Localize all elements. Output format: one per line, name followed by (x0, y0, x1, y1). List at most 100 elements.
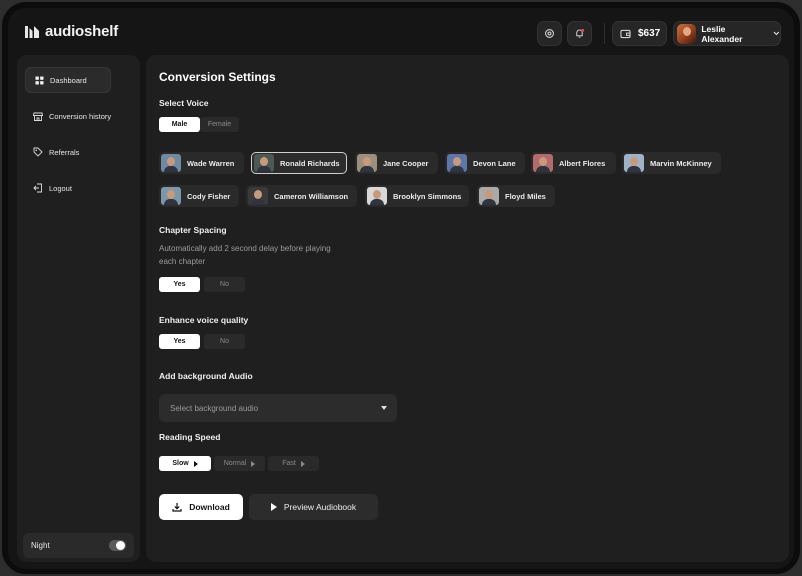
download-button[interactable]: Download (159, 494, 243, 520)
avatar (447, 154, 467, 172)
voice-chip-cody-fisher[interactable]: Cody Fisher (159, 185, 239, 207)
reading-speed-label: Reading Speed (159, 432, 221, 442)
chapter-spacing-label: Chapter Spacing (159, 225, 227, 235)
toggle-knob (116, 541, 125, 550)
avatar (248, 187, 268, 205)
sidebar-item-label: Referrals (49, 147, 80, 157)
voice-chip-marvin-mckinney[interactable]: Marvin McKinney (622, 152, 721, 174)
play-icon (270, 503, 277, 511)
enhance-quality-control: Yes No (159, 334, 245, 349)
speed-fast-option[interactable]: Fast (268, 456, 319, 471)
chevron-down-icon (773, 31, 780, 36)
sidebar: Dashboard Conversion history Referrals L… (17, 55, 140, 562)
enhance-quality-no[interactable]: No (204, 334, 245, 349)
voice-name: Cody Fisher (187, 191, 231, 201)
night-mode-row: Night (23, 533, 134, 558)
settings-button[interactable] (537, 21, 562, 46)
gender-male-option[interactable]: Male (159, 117, 200, 132)
header-divider (604, 23, 605, 44)
sidebar-item-label: Conversion history (49, 111, 112, 121)
logo-icon (25, 25, 39, 38)
voice-name: Marvin McKinney (650, 158, 712, 168)
voice-name: Jane Cooper (383, 158, 429, 168)
voice-chip-albert-flores[interactable]: Albert Flores (531, 152, 616, 174)
voice-chip-brooklyn-simmons[interactable]: Brooklyn Simmons (365, 185, 469, 207)
play-icon (251, 460, 256, 467)
device-frame: audioshelf $637 Leslie Alexander Dashboa… (0, 0, 802, 576)
enhance-quality-label: Enhance voice quality (159, 315, 249, 325)
speed-normal-option[interactable]: Normal (214, 456, 265, 471)
reading-speed-control: Slow Normal Fast (159, 456, 319, 471)
voice-name: Brooklyn Simmons (393, 191, 462, 201)
sidebar-item-conversion-history[interactable]: Conversion history (25, 103, 133, 129)
voice-name: Ronald Richards (280, 158, 340, 168)
gender-female-option[interactable]: Female (200, 117, 239, 132)
app-name: audioshelf (45, 23, 119, 40)
sidebar-item-logout[interactable]: Logout (25, 175, 111, 201)
wallet-icon (620, 29, 631, 38)
avatar (367, 187, 387, 205)
voice-chip-floyd-miles[interactable]: Floyd Miles (477, 185, 555, 207)
enhance-quality-yes[interactable]: Yes (159, 334, 200, 349)
voice-chip-wade-warren[interactable]: Wade Warren (159, 152, 244, 174)
sidebar-item-label: Logout (49, 183, 72, 193)
avatar (254, 154, 274, 172)
voice-chip-devon-lane[interactable]: Devon Lane (445, 152, 525, 174)
chapter-spacing-description: Automatically add 2 second delay before … (159, 244, 331, 266)
gender-segmented-control: Male Female (159, 117, 239, 132)
play-icon (193, 460, 198, 467)
speed-label: Slow (172, 460, 189, 467)
background-audio-placeholder: Select background audio (170, 403, 259, 413)
store-icon (33, 111, 43, 121)
bell-icon (576, 28, 585, 38)
voice-name: Cameron Williamson (274, 191, 349, 201)
speed-slow-option[interactable]: Slow (159, 456, 211, 471)
wallet-balance[interactable]: $637 (612, 21, 667, 46)
sidebar-item-dashboard[interactable]: Dashboard (25, 67, 111, 93)
voice-name: Wade Warren (187, 158, 235, 168)
voice-chip-cameron-williamson[interactable]: Cameron Williamson (246, 185, 357, 207)
night-label: Night (31, 541, 50, 550)
tag-icon (33, 147, 43, 157)
avatar (677, 23, 697, 44)
play-icon (300, 460, 305, 467)
caret-down-icon (381, 406, 387, 410)
notifications-button[interactable] (567, 21, 592, 46)
page-title: Conversion Settings (159, 70, 276, 84)
user-name: Leslie Alexander (701, 23, 743, 44)
avatar (479, 187, 499, 205)
preview-audiobook-button[interactable]: Preview Audiobook (249, 494, 378, 520)
speed-label: Fast (282, 460, 296, 467)
background-audio-select[interactable]: Select background audio (159, 394, 397, 422)
night-mode-toggle[interactable] (109, 540, 126, 551)
app-window: audioshelf $637 Leslie Alexander Dashboa… (8, 8, 794, 569)
avatar (624, 154, 644, 172)
grid-icon (34, 75, 44, 85)
background-audio-label: Add background Audio (159, 371, 253, 381)
avatar (357, 154, 377, 172)
voice-chip-jane-cooper[interactable]: Jane Cooper (355, 152, 438, 174)
speed-label: Normal (223, 460, 247, 467)
chapter-spacing-yes[interactable]: Yes (159, 277, 200, 292)
voice-name: Devon Lane (473, 158, 516, 168)
sidebar-item-referrals[interactable]: Referrals (25, 139, 111, 165)
profile-menu[interactable]: Leslie Alexander (673, 21, 781, 46)
chapter-spacing-control: Yes No (159, 277, 245, 292)
avatar (161, 154, 181, 172)
download-icon (172, 503, 182, 512)
balance-amount: $637 (638, 28, 661, 39)
avatar (533, 154, 553, 172)
voice-name: Albert Flores (559, 158, 606, 168)
chapter-spacing-no[interactable]: No (204, 277, 245, 292)
avatar (161, 187, 181, 205)
logout-icon (33, 183, 43, 193)
select-voice-label: Select Voice (159, 98, 209, 108)
gear-icon (545, 29, 554, 38)
sidebar-item-label: Dashboard (50, 75, 87, 85)
app-logo[interactable]: audioshelf (24, 23, 118, 40)
voice-chip-ronald-richards[interactable]: Ronald Richards (251, 152, 347, 174)
preview-label: Preview Audiobook (283, 502, 357, 512)
download-label: Download (189, 502, 230, 512)
voice-name: Floyd Miles (505, 191, 546, 201)
conversion-settings-panel: Conversion Settings Select Voice Male Fe… (146, 55, 789, 562)
